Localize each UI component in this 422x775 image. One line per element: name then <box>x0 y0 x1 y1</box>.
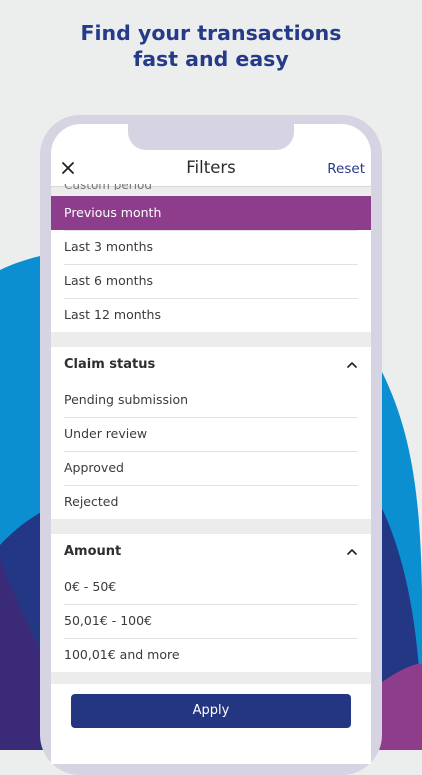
apply-button[interactable]: Apply <box>71 694 351 728</box>
amount-option[interactable]: 0€ - 50€ <box>51 570 371 604</box>
promo-title-line2: fast and easy <box>133 47 289 71</box>
claim-status-option[interactable]: Under review <box>51 417 371 451</box>
period-option-last-6-months[interactable]: Last 6 months <box>51 264 371 298</box>
page-title: Filters <box>186 158 236 177</box>
filters-footer: Apply <box>51 684 371 764</box>
amount-header[interactable]: Amount <box>51 534 371 570</box>
claim-status-option[interactable]: Pending submission <box>51 383 371 417</box>
amount-title: Amount <box>64 544 122 559</box>
filters-screen: Filters Reset Custom period Previous mon… <box>51 124 371 764</box>
reset-button[interactable]: Reset <box>327 161 365 177</box>
chevron-up-icon[interactable] <box>347 547 357 557</box>
chevron-up-icon[interactable] <box>347 360 357 370</box>
promo-title-line1: Find your transactions <box>80 21 342 45</box>
period-option-last-12-months[interactable]: Last 12 months <box>51 298 371 332</box>
claim-status-title: Claim status <box>64 357 156 372</box>
period-option-previous-month[interactable]: Previous month <box>51 196 371 230</box>
period-options: Previous month Last 3 months Last 6 mont… <box>51 196 371 332</box>
claim-status-header[interactable]: Claim status <box>51 347 371 383</box>
amount-option[interactable]: 100,01€ and more <box>51 638 371 672</box>
promo-title: Find your transactions fast and easy <box>0 20 422 72</box>
amount-section: Amount 0€ - 50€ 50,01€ - 100€ 100,01€ an… <box>51 534 371 672</box>
clipped-option: Custom period <box>64 184 152 190</box>
claim-status-section: Claim status Pending submission Under re… <box>51 347 371 519</box>
amount-option[interactable]: 50,01€ - 100€ <box>51 604 371 638</box>
claim-status-option[interactable]: Approved <box>51 451 371 485</box>
period-option-last-3-months[interactable]: Last 3 months <box>51 230 371 264</box>
phone-notch <box>128 124 294 150</box>
claim-status-option[interactable]: Rejected <box>51 485 371 519</box>
